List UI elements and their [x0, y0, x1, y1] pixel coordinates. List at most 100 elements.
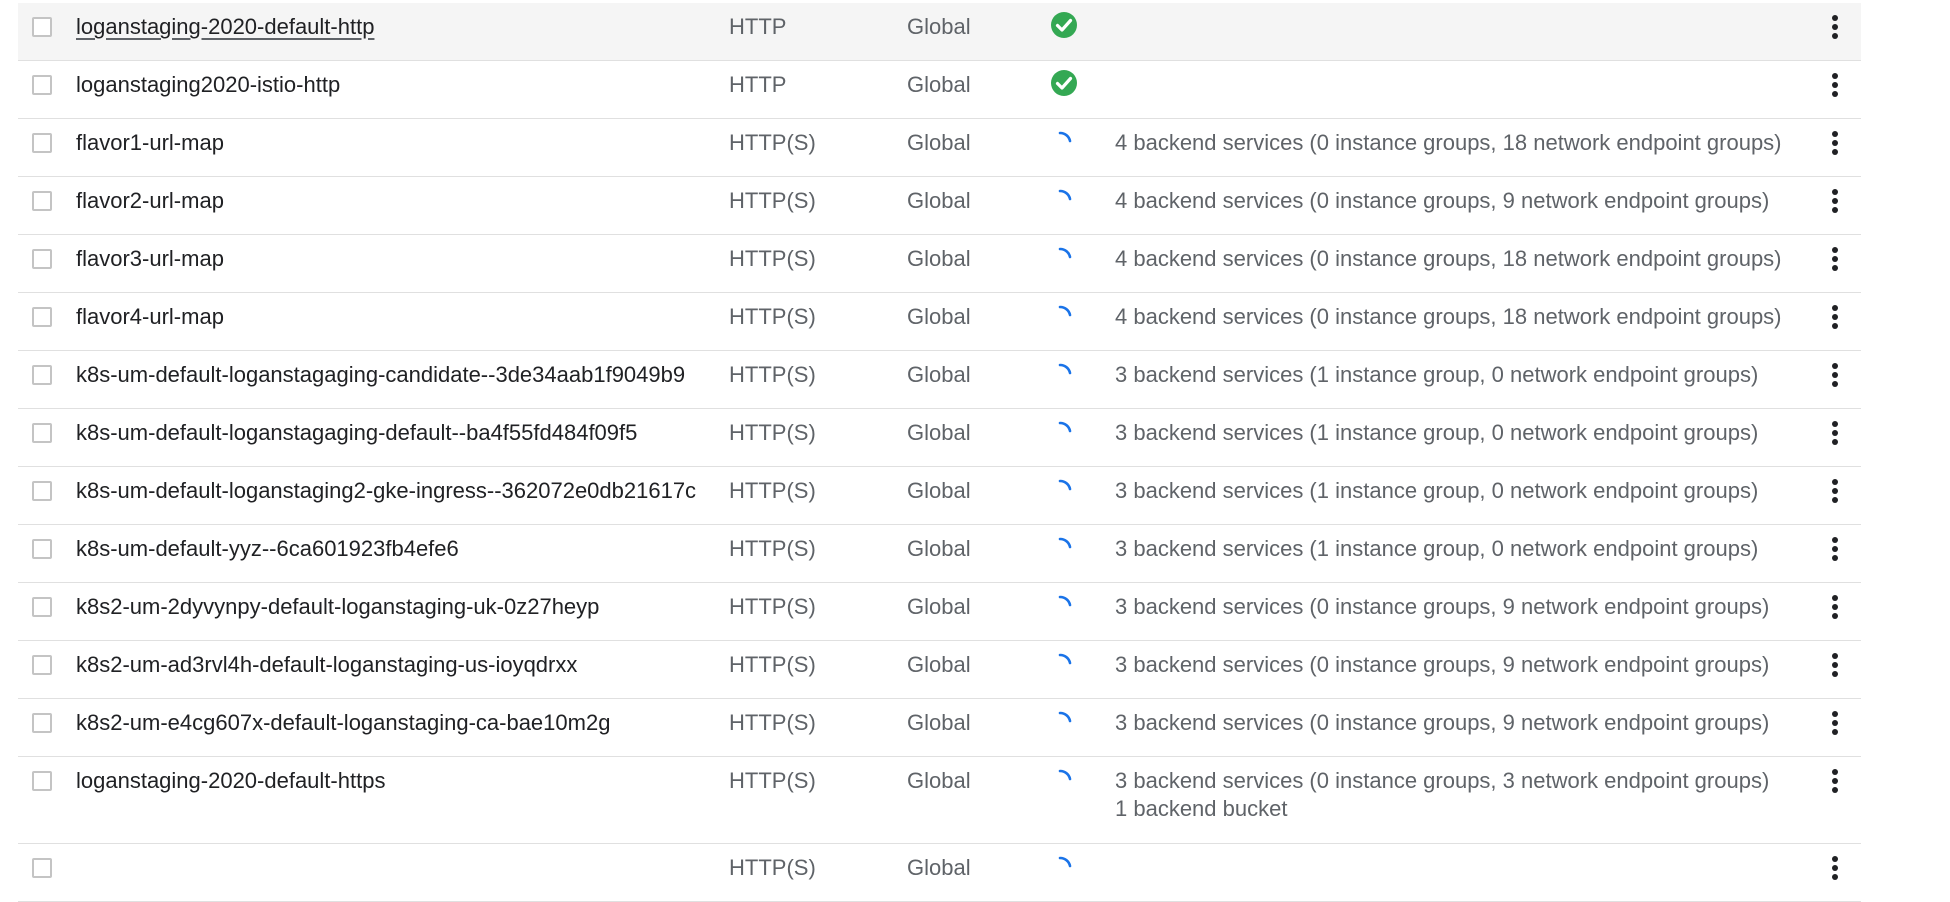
- backends-cell: 3 backend services (0 instance groups, 9…: [1115, 593, 1769, 621]
- more-actions-icon[interactable]: [1831, 305, 1839, 331]
- row-checkbox[interactable]: [32, 133, 52, 153]
- row-checkbox[interactable]: [32, 17, 52, 37]
- table-row[interactable]: loganstaging2020-istio-http HTTP Global: [18, 61, 1861, 119]
- load-balancer-name-link[interactable]: flavor3-url-map: [76, 245, 224, 273]
- loading-spinner-icon: [1050, 301, 1082, 333]
- scope-cell: Global: [907, 304, 971, 329]
- more-actions-icon[interactable]: [1831, 711, 1839, 737]
- backends-cell: 3 backend services (1 instance group, 0 …: [1115, 419, 1758, 447]
- scope-cell: Global: [907, 14, 971, 39]
- scope-cell: Global: [907, 420, 971, 445]
- row-checkbox[interactable]: [32, 481, 52, 501]
- table-row[interactable]: k8s2-um-ad3rvl4h-default-loganstaging-us…: [18, 641, 1861, 699]
- load-balancer-name-link[interactable]: flavor2-url-map: [76, 187, 224, 215]
- loading-spinner-icon: [1050, 417, 1082, 449]
- loading-spinner-icon: [1050, 243, 1082, 275]
- row-checkbox[interactable]: [32, 365, 52, 385]
- loading-spinner-icon: [1050, 765, 1082, 797]
- backend-services-text: 4 backend services (0 instance groups, 1…: [1115, 246, 1782, 271]
- scope-cell: Global: [907, 72, 971, 97]
- load-balancer-name-link[interactable]: loganstaging-2020-default-http: [76, 13, 374, 41]
- load-balancer-name-link[interactable]: loganstaging2020-istio-http: [76, 71, 340, 99]
- backend-services-text: 3 backend services (1 instance group, 0 …: [1115, 478, 1759, 503]
- protocol-cell: HTTP(S): [729, 246, 816, 271]
- load-balancer-name-link[interactable]: k8s-um-default-loganstaging2-gke-ingress…: [76, 477, 696, 505]
- table-row[interactable]: flavor1-url-map HTTP(S) Global 4 backend se…: [18, 119, 1861, 177]
- backends-cell: 3 backend services (1 instance group, 0 …: [1115, 535, 1758, 563]
- row-checkbox[interactable]: [32, 597, 52, 617]
- table-row[interactable]: loganstaging-2020-default-https HTTP(S) Gl…: [18, 757, 1861, 844]
- protocol-cell: HTTP(S): [729, 362, 816, 387]
- row-checkbox[interactable]: [32, 249, 52, 269]
- table-row[interactable]: flavor3-url-map HTTP(S) Global 4 backend se…: [18, 235, 1861, 293]
- protocol-cell: HTTP(S): [729, 188, 816, 213]
- row-checkbox[interactable]: [32, 858, 52, 878]
- table-row[interactable]: HTTP(S) Global: [18, 844, 1861, 902]
- row-checkbox[interactable]: [32, 539, 52, 559]
- row-checkbox[interactable]: [32, 423, 52, 443]
- row-checkbox[interactable]: [32, 75, 52, 95]
- table-row[interactable]: loganstaging-2020-default-http HTTP Global: [18, 3, 1861, 61]
- load-balancer-name-link[interactable]: k8s-um-default-yyz--6ca601923fb4efe6: [76, 535, 459, 563]
- load-balancer-name-link[interactable]: flavor1-url-map: [76, 129, 224, 157]
- loading-spinner-icon: [1050, 185, 1082, 217]
- scope-cell: Global: [907, 855, 971, 880]
- row-checkbox[interactable]: [32, 713, 52, 733]
- protocol-cell: HTTP(S): [729, 768, 816, 793]
- table-row[interactable]: k8s2-um-2dyvynpy-default-loganstaging-uk…: [18, 583, 1861, 641]
- backend-services-text: 3 backend services (0 instance groups, 9…: [1115, 710, 1770, 735]
- backend-services-text: 3 backend services (0 instance groups, 9…: [1115, 652, 1770, 677]
- row-checkbox[interactable]: [32, 307, 52, 327]
- protocol-cell: HTTP(S): [729, 652, 816, 677]
- load-balancer-name-link[interactable]: loganstaging-2020-default-https: [76, 767, 385, 795]
- backends-cell: 4 backend services (0 instance groups, 9…: [1115, 187, 1769, 215]
- protocol-cell: HTTP: [729, 72, 787, 97]
- scope-cell: Global: [907, 536, 971, 561]
- protocol-cell: HTTP(S): [729, 420, 816, 445]
- protocol-cell: HTTP(S): [729, 855, 816, 880]
- load-balancer-name-link[interactable]: k8s-um-default-loganstagaging-default--b…: [76, 419, 637, 447]
- load-balancer-name-link[interactable]: k8s2-um-e4cg607x-default-loganstaging-ca…: [76, 709, 610, 737]
- backend-services-text: 4 backend services (0 instance groups, 1…: [1115, 304, 1782, 329]
- backend-services-text: 4 backend services (0 instance groups, 9…: [1115, 188, 1770, 213]
- row-checkbox[interactable]: [32, 655, 52, 675]
- load-balancer-name-link[interactable]: flavor4-url-map: [76, 303, 224, 331]
- protocol-cell: HTTP(S): [729, 710, 816, 735]
- more-actions-icon[interactable]: [1831, 247, 1839, 273]
- table-row[interactable]: k8s-um-default-loganstagaging-default--b…: [18, 409, 1861, 467]
- more-actions-icon[interactable]: [1831, 479, 1839, 505]
- more-actions-icon[interactable]: [1831, 595, 1839, 621]
- row-checkbox[interactable]: [32, 191, 52, 211]
- status-ok-icon: [1050, 11, 1082, 43]
- table-row[interactable]: k8s2-um-e4cg607x-default-loganstaging-ca…: [18, 699, 1861, 757]
- more-actions-icon[interactable]: [1831, 653, 1839, 679]
- table-row[interactable]: flavor2-url-map HTTP(S) Global 4 backend se…: [18, 177, 1861, 235]
- load-balancer-name-link[interactable]: k8s2-um-2dyvynpy-default-loganstaging-uk…: [76, 593, 599, 621]
- more-actions-icon[interactable]: [1831, 537, 1839, 563]
- more-actions-icon[interactable]: [1831, 363, 1839, 389]
- backends-cell: 3 backend services (0 instance groups, 3…: [1115, 767, 1769, 823]
- backend-bucket-text: 1 backend bucket: [1115, 796, 1288, 821]
- more-actions-icon[interactable]: [1831, 421, 1839, 447]
- scope-cell: Global: [907, 478, 971, 503]
- backends-cell: 3 backend services (1 instance group, 0 …: [1115, 361, 1758, 389]
- table-row[interactable]: k8s-um-default-loganstagaging-candidate-…: [18, 351, 1861, 409]
- scope-cell: Global: [907, 362, 971, 387]
- table-row[interactable]: k8s-um-default-loganstaging2-gke-ingress…: [18, 467, 1861, 525]
- more-actions-icon[interactable]: [1831, 769, 1839, 795]
- more-actions-icon[interactable]: [1831, 15, 1839, 41]
- scope-cell: Global: [907, 188, 971, 213]
- backend-services-text: 3 backend services (0 instance groups, 3…: [1115, 768, 1770, 793]
- more-actions-icon[interactable]: [1831, 856, 1839, 882]
- table-row[interactable]: k8s-um-default-yyz--6ca601923fb4efe6 HTTP…: [18, 525, 1861, 583]
- more-actions-icon[interactable]: [1831, 131, 1839, 157]
- more-actions-icon[interactable]: [1831, 73, 1839, 99]
- protocol-cell: HTTP: [729, 14, 787, 39]
- more-actions-icon[interactable]: [1831, 189, 1839, 215]
- table-row[interactable]: flavor4-url-map HTTP(S) Global 4 backend se…: [18, 293, 1861, 351]
- load-balancer-name-link[interactable]: k8s2-um-ad3rvl4h-default-loganstaging-us…: [76, 651, 577, 679]
- row-checkbox[interactable]: [32, 771, 52, 791]
- backend-services-text: 3 backend services (1 instance group, 0 …: [1115, 362, 1759, 387]
- load-balancer-name-link[interactable]: k8s-um-default-loganstagaging-candidate-…: [76, 361, 685, 389]
- backend-services-text: 3 backend services (1 instance group, 0 …: [1115, 536, 1759, 561]
